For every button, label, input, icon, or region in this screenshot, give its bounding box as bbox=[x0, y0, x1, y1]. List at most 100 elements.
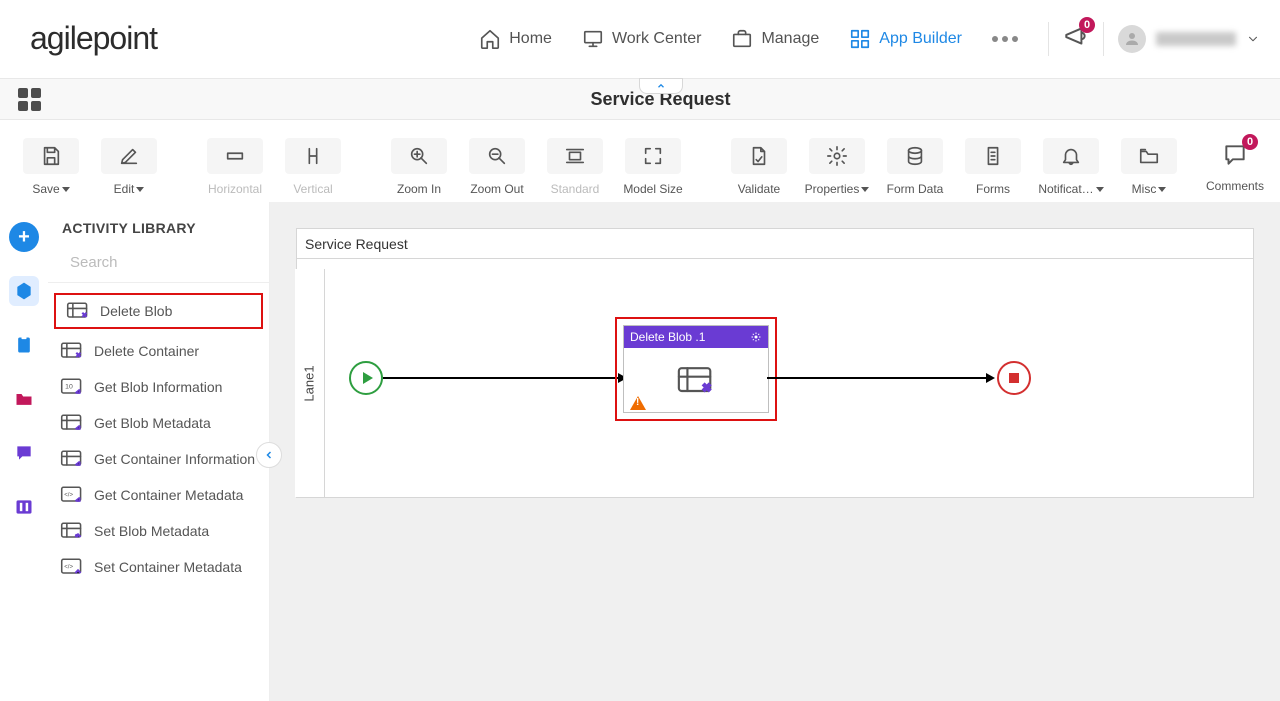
database-icon bbox=[904, 145, 926, 167]
notifications-button[interactable]: 0 bbox=[1063, 23, 1089, 54]
briefcase-icon bbox=[731, 28, 753, 50]
lib-item-label: Get Blob Metadata bbox=[94, 415, 211, 432]
plus-icon: + bbox=[9, 222, 39, 252]
lib-item-delete-blob[interactable]: Delete Blob bbox=[54, 293, 263, 329]
container-delete-icon bbox=[60, 341, 84, 361]
person-icon bbox=[1123, 30, 1141, 48]
standard-icon bbox=[564, 145, 586, 167]
chevron-left-icon bbox=[263, 449, 275, 461]
monitor-icon bbox=[582, 28, 604, 50]
apps-button[interactable] bbox=[18, 88, 41, 111]
edit-button[interactable]: Edit bbox=[94, 132, 164, 202]
standard-button[interactable]: Standard bbox=[540, 132, 610, 202]
folder-fill-icon bbox=[14, 389, 34, 409]
comments-badge: 0 bbox=[1242, 134, 1258, 150]
lib-item-delete-container[interactable]: Delete Container bbox=[48, 333, 269, 369]
nav-manage-label: Manage bbox=[761, 30, 819, 48]
zoom-in-button[interactable]: Zoom In bbox=[384, 132, 454, 202]
rail-add-button[interactable]: + bbox=[9, 222, 39, 252]
user-menu[interactable] bbox=[1118, 25, 1260, 53]
start-node[interactable] bbox=[349, 361, 383, 395]
search-input[interactable] bbox=[70, 254, 269, 271]
process-title-row: Service Request bbox=[297, 229, 1253, 259]
lib-item-get-blob-metadata[interactable]: Get Blob Metadata bbox=[48, 405, 269, 441]
nav-app-builder-label: App Builder bbox=[879, 30, 962, 48]
logo[interactable]: agilepoint // custom render for logo wit… bbox=[30, 20, 157, 57]
activity-title: Delete Blob .1 bbox=[630, 330, 705, 344]
lane-label: Lane1 bbox=[295, 269, 325, 497]
workflow-canvas[interactable]: Service Request Lane1 Delete Blob .1 bbox=[296, 228, 1254, 498]
avatar bbox=[1118, 25, 1146, 53]
form-data-button[interactable]: Form Data bbox=[880, 132, 950, 202]
nav-app-builder[interactable]: App Builder bbox=[849, 28, 962, 50]
validate-button[interactable]: Validate bbox=[724, 132, 794, 202]
chat-icon bbox=[14, 443, 34, 463]
nav-home-label: Home bbox=[509, 30, 552, 48]
rail-layout-button[interactable] bbox=[9, 492, 39, 522]
collapse-sidebar-button[interactable] bbox=[256, 442, 282, 468]
columns-icon bbox=[14, 497, 34, 517]
rail-folder-button[interactable] bbox=[9, 384, 39, 414]
lib-item-get-container-metadata[interactable]: </> Get Container Metadata bbox=[48, 477, 269, 513]
lib-item-label: Set Blob Metadata bbox=[94, 523, 209, 540]
nav-manage[interactable]: Manage bbox=[731, 28, 819, 50]
pencil-icon bbox=[118, 145, 140, 167]
lib-item-get-container-info[interactable]: Get Container Information bbox=[48, 441, 269, 477]
edge[interactable] bbox=[767, 377, 993, 379]
lib-item-label: Get Container Metadata bbox=[94, 487, 243, 504]
vertical-icon bbox=[302, 145, 324, 167]
container-info-icon bbox=[60, 449, 84, 469]
blob-delete-icon bbox=[66, 301, 90, 321]
lib-item-label: Set Container Metadata bbox=[94, 559, 242, 576]
horizontal-icon bbox=[224, 145, 246, 167]
nav-home[interactable]: Home bbox=[479, 28, 552, 50]
vertical-button[interactable]: Vertical bbox=[278, 132, 348, 202]
nav-work-center-label: Work Center bbox=[612, 30, 702, 48]
chevron-up-icon bbox=[655, 81, 667, 91]
set-blob-icon bbox=[60, 521, 84, 541]
edge[interactable] bbox=[383, 377, 625, 379]
lib-item-label: Get Blob Information bbox=[94, 379, 222, 396]
notifications-tool-button[interactable]: Notificat… bbox=[1036, 132, 1106, 202]
bell-icon bbox=[1060, 145, 1082, 167]
home-icon bbox=[479, 28, 501, 50]
activity-delete-blob[interactable]: Delete Blob .1 bbox=[615, 317, 777, 421]
lib-item-set-container-metadata[interactable]: </> Set Container Metadata bbox=[48, 549, 269, 585]
forms-button[interactable]: Forms bbox=[958, 132, 1028, 202]
svg-text:10: 10 bbox=[65, 384, 73, 391]
validate-icon bbox=[748, 145, 770, 167]
set-container-icon: </> bbox=[60, 557, 84, 577]
clipboard-icon bbox=[14, 335, 34, 355]
divider bbox=[1103, 22, 1104, 56]
folder-icon bbox=[1138, 145, 1160, 167]
gear-icon[interactable] bbox=[750, 331, 762, 343]
rail-chat-button[interactable] bbox=[9, 438, 39, 468]
process-title: Service Request bbox=[305, 236, 408, 252]
save-button[interactable]: Save bbox=[16, 132, 86, 202]
nav-more[interactable] bbox=[992, 36, 1018, 42]
horizontal-button[interactable]: Horizontal bbox=[200, 132, 270, 202]
chevron-down-icon bbox=[1246, 32, 1260, 46]
lib-item-set-blob-metadata[interactable]: Set Blob Metadata bbox=[48, 513, 269, 549]
misc-button[interactable]: Misc bbox=[1114, 132, 1184, 202]
divider bbox=[1048, 22, 1049, 56]
collapse-header-button[interactable] bbox=[639, 78, 683, 94]
end-node[interactable] bbox=[997, 361, 1031, 395]
zoom-out-button[interactable]: Zoom Out bbox=[462, 132, 532, 202]
comments-button[interactable]: 0 Comments bbox=[1200, 132, 1270, 202]
rail-clipboard-button[interactable] bbox=[9, 330, 39, 360]
notifications-badge: 0 bbox=[1079, 17, 1095, 33]
lib-item-label: Delete Blob bbox=[100, 303, 172, 320]
lib-item-get-blob-info[interactable]: 10 Get Blob Information bbox=[48, 369, 269, 405]
model-size-button[interactable]: Model Size bbox=[618, 132, 688, 202]
save-icon bbox=[40, 145, 62, 167]
blob-meta-icon bbox=[60, 413, 84, 433]
hexagon-icon bbox=[14, 281, 34, 301]
nav-work-center[interactable]: Work Center bbox=[582, 28, 702, 50]
warning-icon bbox=[630, 396, 646, 410]
lib-item-label: Get Container Information bbox=[94, 451, 255, 468]
blob-delete-large-icon bbox=[676, 365, 716, 397]
properties-button[interactable]: Properties bbox=[802, 132, 872, 202]
container-meta-icon: </> bbox=[60, 485, 84, 505]
rail-activities-button[interactable] bbox=[9, 276, 39, 306]
